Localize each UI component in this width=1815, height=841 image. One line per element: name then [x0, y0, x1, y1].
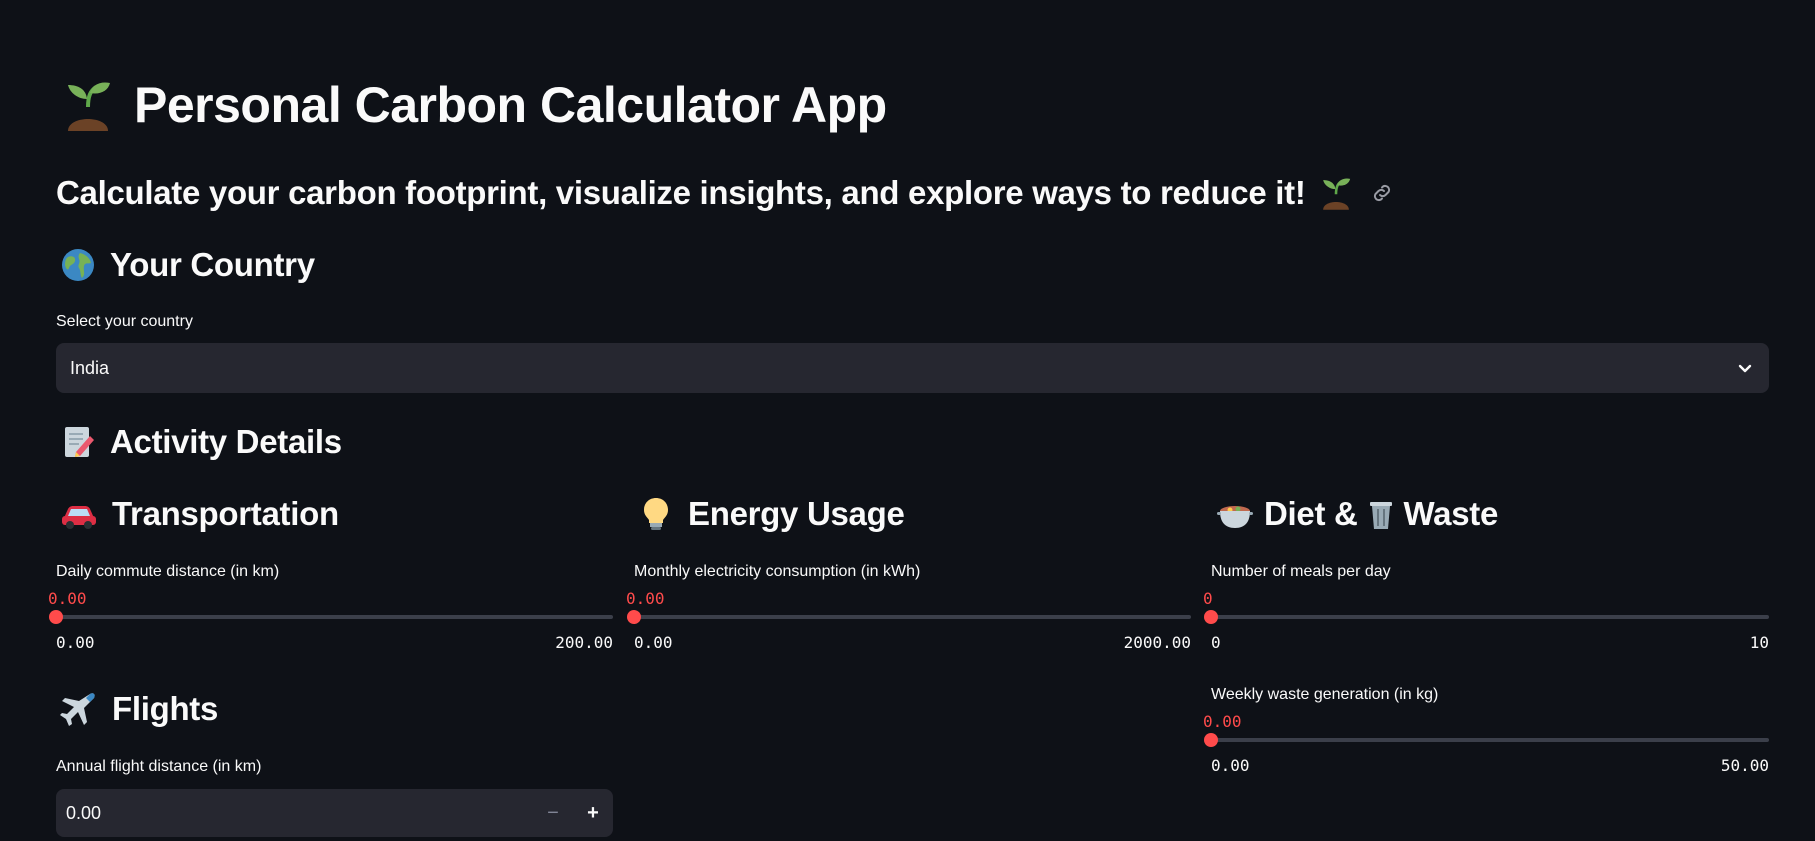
activity-heading: Activity Details: [60, 423, 342, 461]
waste-slider[interactable]: 0.00 0.00 50.00: [1203, 712, 1769, 792]
stew-icon: [1216, 496, 1254, 532]
chevron-down-icon[interactable]: [1735, 358, 1755, 378]
meals-label: Number of meals per day: [1211, 563, 1391, 580]
app-page: Personal Carbon Calculator App Calculate…: [0, 0, 1815, 841]
seedling-icon: [60, 77, 116, 133]
seedling-icon: [1318, 174, 1354, 212]
decrement-button[interactable]: −: [533, 789, 573, 837]
page-title-text: Personal Carbon Calculator App: [134, 77, 887, 133]
page-subtitle-text: Calculate your carbon footprint, visuali…: [56, 174, 1306, 211]
electricity-slider-thumb[interactable]: [627, 610, 641, 624]
flight-distance-input[interactable]: [56, 802, 476, 824]
flight-distance-stepper[interactable]: − +: [56, 789, 613, 837]
electricity-slider-max: 2000.00: [1123, 633, 1191, 652]
electricity-slider-track[interactable]: [634, 615, 1191, 619]
meals-slider-thumb[interactable]: [1204, 610, 1218, 624]
page-title: Personal Carbon Calculator App: [60, 76, 887, 134]
meals-slider-value: 0: [1203, 589, 1213, 608]
waste-slider-value: 0.00: [1203, 712, 1242, 731]
waste-slider-min: 0.00: [1211, 756, 1250, 775]
diet-waste-heading: Diet & Waste: [1216, 495, 1498, 533]
commute-label: Daily commute distance (in km): [56, 563, 280, 580]
flight-distance-label: Annual flight distance (in km): [56, 758, 262, 775]
commute-slider-track[interactable]: [56, 615, 613, 619]
link-icon[interactable]: [1370, 181, 1394, 205]
electricity-label: Monthly electricity consumption (in kWh): [634, 563, 921, 580]
country-heading-text: Your Country: [110, 246, 315, 283]
meals-slider-max: 10: [1749, 633, 1769, 652]
energy-heading-text: Energy Usage: [688, 495, 905, 532]
bulb-icon: [638, 496, 674, 532]
transportation-heading: Transportation: [60, 495, 339, 533]
commute-slider-min: 0.00: [56, 633, 95, 652]
waste-slider-thumb[interactable]: [1204, 733, 1218, 747]
commute-slider-max: 200.00: [555, 633, 613, 652]
car-icon: [60, 496, 98, 532]
flights-heading: Flights: [60, 690, 218, 728]
meals-slider-track[interactable]: [1211, 615, 1769, 619]
country-select-value: India: [70, 357, 110, 378]
flights-heading-text: Flights: [112, 690, 219, 727]
meals-slider-min: 0: [1211, 633, 1221, 652]
country-heading: Your Country: [60, 246, 315, 284]
increment-button[interactable]: +: [573, 789, 613, 837]
commute-slider-value: 0.00: [48, 589, 87, 608]
commute-slider-thumb[interactable]: [49, 610, 63, 624]
transportation-heading-text: Transportation: [112, 495, 339, 532]
commute-slider[interactable]: 0.00 0.00 200.00: [48, 589, 613, 669]
waste-slider-max: 50.00: [1720, 756, 1769, 775]
electricity-slider-value: 0.00: [626, 589, 665, 608]
electricity-slider[interactable]: 0.00 0.00 2000.00: [626, 589, 1191, 669]
energy-heading: Energy Usage: [638, 495, 905, 533]
waste-slider-track[interactable]: [1211, 738, 1769, 742]
diet-heading-text: Diet &: [1264, 495, 1358, 532]
waste-label: Weekly waste generation (in kg): [1211, 686, 1439, 703]
page-subtitle: Calculate your carbon footprint, visuali…: [56, 174, 1394, 212]
country-select[interactable]: India: [56, 343, 1769, 393]
airplane-icon: [60, 691, 98, 727]
memo-icon: [60, 424, 96, 460]
wastebasket-icon: [1368, 496, 1394, 532]
country-label: Select your country: [56, 313, 193, 330]
electricity-slider-min: 0.00: [634, 633, 673, 652]
waste-heading-text: Waste: [1403, 495, 1499, 532]
globe-icon: [60, 247, 96, 283]
activity-heading-text: Activity Details: [110, 423, 342, 460]
meals-slider[interactable]: 0 0 10: [1203, 589, 1769, 669]
